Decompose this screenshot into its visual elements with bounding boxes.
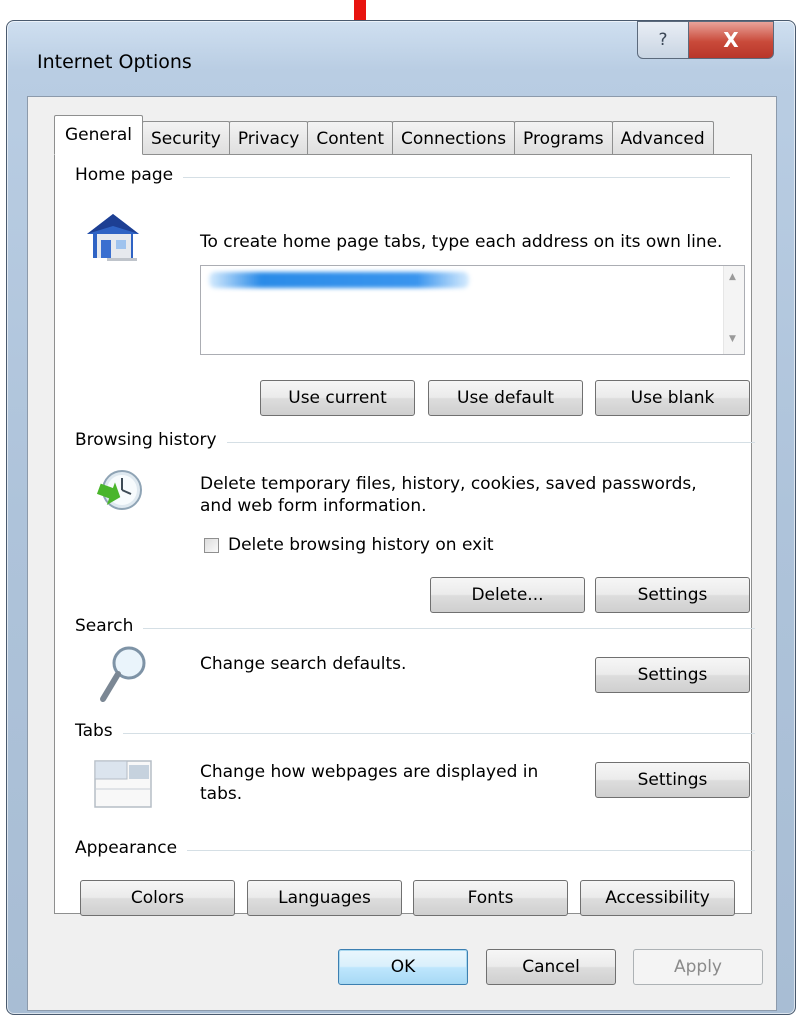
delete-on-exit-checkbox[interactable] xyxy=(204,538,219,553)
use-default-button[interactable]: Use default xyxy=(428,380,583,416)
dialog-client-area: General Security Privacy Content Connect… xyxy=(27,96,777,1011)
tab-privacy[interactable]: Privacy xyxy=(228,121,309,155)
window-title: Internet Options xyxy=(37,51,192,73)
delete-history-button[interactable]: Delete... xyxy=(430,577,585,613)
browsing-history-description-line2: and web form information. xyxy=(200,496,427,516)
languages-button[interactable]: Languages xyxy=(247,880,402,916)
use-blank-button[interactable]: Use blank xyxy=(595,380,750,416)
home-page-heading: Home page xyxy=(75,165,184,185)
cancel-button[interactable]: Cancel xyxy=(486,949,616,985)
tabs-settings-button[interactable]: Settings xyxy=(595,762,750,798)
search-settings-button[interactable]: Settings xyxy=(595,657,750,693)
search-description: Change search defaults. xyxy=(200,654,407,674)
tab-advanced[interactable]: Advanced xyxy=(611,121,714,155)
blurred-url-text xyxy=(209,272,469,288)
search-heading: Search xyxy=(75,616,144,636)
tabs-description-line2: tabs. xyxy=(200,784,243,804)
history-settings-button[interactable]: Settings xyxy=(595,577,750,613)
help-button[interactable]: ? xyxy=(637,21,689,59)
apply-button[interactable]: Apply xyxy=(633,949,763,985)
url-field-scrollbar[interactable]: ▲ ▼ xyxy=(723,266,744,354)
scroll-up-icon[interactable]: ▲ xyxy=(729,272,736,282)
ok-button[interactable]: OK xyxy=(338,949,468,985)
tabs-icon xyxy=(94,760,152,808)
general-tab-panel: Home page To create home page tabs, type… xyxy=(54,154,755,916)
search-magnifier-icon xyxy=(100,646,146,702)
tab-strip: General Security Privacy Content Connect… xyxy=(54,115,714,155)
appearance-heading: Appearance xyxy=(75,838,188,858)
use-current-button[interactable]: Use current xyxy=(260,380,415,416)
tab-security[interactable]: Security xyxy=(142,121,230,155)
close-button[interactable]: X xyxy=(688,21,774,59)
tab-general[interactable]: General xyxy=(54,115,143,155)
home-page-instructions: To create home page tabs, type each addr… xyxy=(200,232,723,252)
home-icon xyxy=(87,214,139,261)
tab-content[interactable]: Content xyxy=(307,121,393,155)
accessibility-button[interactable]: Accessibility xyxy=(580,880,735,916)
tab-programs[interactable]: Programs xyxy=(514,121,613,155)
fonts-button[interactable]: Fonts xyxy=(413,880,568,916)
tabs-heading: Tabs xyxy=(75,721,123,741)
tabs-description-line1: Change how webpages are displayed in xyxy=(200,762,539,782)
tab-connections[interactable]: Connections xyxy=(392,121,516,155)
browsing-history-heading: Browsing history xyxy=(75,430,227,450)
divider xyxy=(75,628,755,629)
divider xyxy=(75,733,755,734)
home-page-url-field[interactable]: ▲ ▼ xyxy=(200,265,745,355)
colors-button[interactable]: Colors xyxy=(80,880,235,916)
delete-on-exit-label[interactable]: Delete browsing history on exit xyxy=(228,534,494,556)
browsing-history-description-line1: Delete temporary files, history, cookies… xyxy=(200,474,697,494)
history-clock-icon xyxy=(96,470,142,510)
scroll-down-icon[interactable]: ▼ xyxy=(729,334,736,344)
internet-options-window: Internet Options ? X General Security Pr… xyxy=(6,20,796,1015)
